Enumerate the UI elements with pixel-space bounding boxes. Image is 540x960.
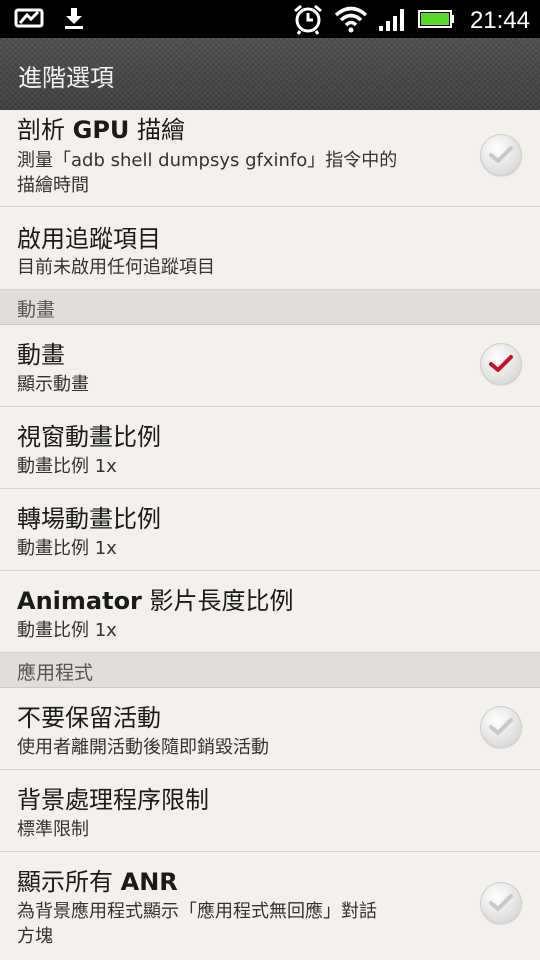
alarm-icon (292, 3, 324, 39)
setting-subtitle: 動畫比例 1x (17, 538, 117, 559)
checkbox-dont-keep-activities[interactable] (480, 706, 522, 748)
setting-transition-animation-scale[interactable]: 轉場動畫比例 動畫比例 1x (0, 489, 540, 571)
setting-title: 視窗動畫比例 (17, 423, 161, 451)
setting-subtitle: 標準限制 (17, 819, 89, 840)
setting-title: 剖析 GPU 描繪 (17, 116, 186, 144)
setting-window-animation-scale[interactable]: 視窗動畫比例 動畫比例 1x (0, 407, 540, 489)
setting-subtitle: 測量「adb shell dumpsys gfxinfo」指令中的 描繪時間 (17, 150, 398, 196)
setting-dont-keep-activities[interactable]: 不要保留活動 使用者離開活動後隨即銷毀活動 (0, 688, 540, 770)
setting-subtitle: 動畫比例 1x (17, 620, 117, 641)
title-bar: 進階選項 (0, 38, 540, 120)
page-title: 進階選項 (18, 64, 114, 92)
checkbox-show-all-anrs[interactable] (480, 882, 522, 924)
section-header-animation: 動畫 (0, 290, 540, 325)
section-header-apps: 應用程式 (0, 653, 540, 688)
setting-title: Animator 影片長度比例 (17, 587, 294, 615)
wifi-icon (334, 5, 368, 37)
status-bar: 21:44 (0, 0, 540, 38)
signal-icon (378, 6, 408, 36)
setting-title: 不要保留活動 (17, 704, 161, 732)
settings-list[interactable]: 剖析 GPU 描繪 測量「adb shell dumpsys gfxinfo」指… (0, 110, 540, 960)
setting-animation[interactable]: 動畫 顯示動畫 (0, 325, 540, 407)
checkbox-animation[interactable] (480, 343, 522, 385)
screenshot-icon (14, 7, 44, 33)
setting-enable-traces[interactable]: 啟用追蹤項目 目前未啟用任何追蹤項目 (0, 207, 540, 290)
setting-subtitle: 為背景應用程式顯示「應用程式無回應」對話 方塊 (17, 901, 377, 947)
checkmark-icon (489, 146, 513, 163)
setting-title: 啟用追蹤項目 (17, 225, 161, 253)
checkbox-profile-gpu[interactable] (480, 134, 522, 176)
setting-title: 轉場動畫比例 (17, 505, 161, 533)
setting-subtitle: 顯示動畫 (17, 374, 89, 395)
battery-icon (417, 8, 454, 34)
clock: 21:44 (469, 7, 530, 34)
checkmark-icon (489, 894, 513, 911)
setting-title: 背景處理程序限制 (17, 786, 209, 814)
setting-show-all-anrs[interactable]: 顯示所有 ANR 為背景應用程式顯示「應用程式無回應」對話 方塊 (0, 852, 540, 960)
setting-title: 顯示所有 ANR (17, 868, 178, 896)
setting-title: 動畫 (17, 341, 65, 369)
checkmark-icon (489, 718, 513, 735)
setting-subtitle: 使用者離開活動後隨即銷毀活動 (17, 737, 269, 758)
setting-animator-duration-scale[interactable]: Animator 影片長度比例 動畫比例 1x (0, 571, 540, 653)
download-icon (62, 6, 86, 34)
checkmark-icon (489, 355, 513, 372)
setting-subtitle: 目前未啟用任何追蹤項目 (17, 257, 215, 278)
setting-subtitle: 動畫比例 1x (17, 456, 117, 477)
setting-profile-gpu-rendering[interactable]: 剖析 GPU 描繪 測量「adb shell dumpsys gfxinfo」指… (0, 110, 540, 207)
setting-background-process-limit[interactable]: 背景處理程序限制 標準限制 (0, 770, 540, 852)
